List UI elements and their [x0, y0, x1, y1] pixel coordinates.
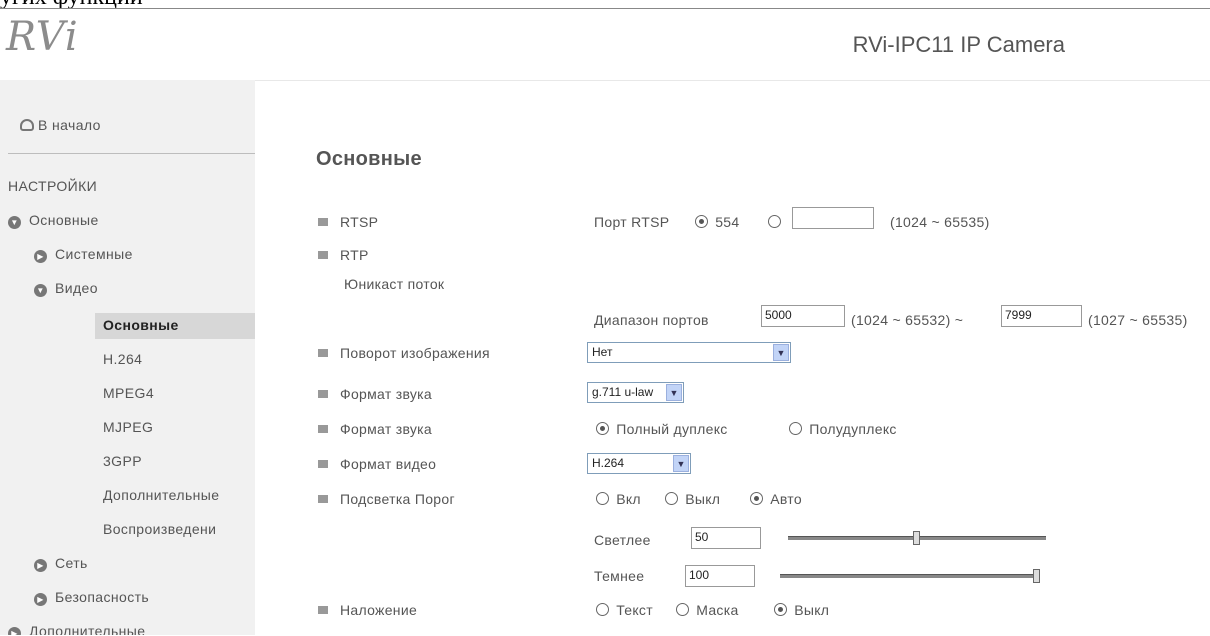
expanded-arrow-icon: ▼	[34, 284, 47, 297]
audio-format-select[interactable]: g.711 u-law ▼	[587, 382, 684, 403]
radio-icon[interactable]	[789, 422, 802, 435]
rtsp-row-label: RTSP	[318, 214, 378, 230]
sidebar-item-system[interactable]: ▶ Системные	[34, 246, 133, 263]
radio-icon[interactable]	[676, 603, 689, 616]
expanded-arrow-icon: ▼	[8, 216, 21, 229]
rtp-row-label: RTP	[318, 247, 369, 263]
sidebar-item-playback[interactable]: Воспроизведени	[103, 521, 216, 537]
radio-selected-icon[interactable]	[750, 492, 763, 505]
rtsp-port-range: (1024 ~ 65535)	[890, 214, 990, 230]
bullet-icon	[318, 390, 328, 398]
brighter-label: Светлее	[594, 532, 651, 548]
bullet-icon	[318, 495, 328, 503]
port-range-label: Диапазон портов	[594, 312, 709, 328]
cut-off-caption: угих функций	[0, 0, 240, 8]
overlay-row-label: Наложение	[318, 602, 417, 618]
collapsed-arrow-icon: ▶	[34, 593, 47, 606]
darker-input[interactable]: 100	[685, 565, 755, 587]
rotate-select[interactable]: Нет ▼	[587, 342, 791, 363]
sidebar-item-mjpeg[interactable]: MJPEG	[103, 419, 153, 435]
home-icon	[20, 119, 34, 131]
sidebar-item-network[interactable]: ▶ Сеть	[34, 555, 88, 572]
darker-slider-thumb[interactable]	[1033, 569, 1040, 583]
audio-format-row-label: Формат звука	[318, 386, 432, 402]
video-format-row-label: Формат видео	[318, 456, 436, 472]
rtsp-custom-option[interactable]	[766, 214, 784, 230]
overlay-mask-option[interactable]: Маска	[674, 602, 739, 618]
radio-icon[interactable]	[596, 492, 609, 505]
rtsp-custom-port-input[interactable]	[792, 207, 874, 229]
backlight-row-label: Подсветка Порог	[318, 491, 455, 507]
bullet-icon	[318, 460, 328, 468]
half-duplex-option[interactable]: Полудуплекс	[787, 421, 897, 437]
port-to-input[interactable]: 7999	[1001, 305, 1082, 327]
page-title: RVi-IPC11 IP Camera	[852, 32, 1065, 57]
radio-selected-icon[interactable]	[596, 422, 609, 435]
backlight-on-option[interactable]: Вкл	[594, 491, 641, 507]
sidebar-item-advanced[interactable]: ▶ Дополнительные	[8, 623, 145, 635]
port-from-range: (1024 ~ 65532) ~	[851, 312, 964, 328]
sidebar-item-security[interactable]: ▶ Безопасность	[34, 589, 149, 606]
sidebar-item-video-basic[interactable]: Основные	[103, 317, 179, 333]
brighter-slider-thumb[interactable]	[913, 531, 920, 545]
sidebar-item-video-advanced[interactable]: Дополнительные	[103, 487, 219, 503]
brighter-input[interactable]: 50	[691, 527, 761, 549]
collapsed-arrow-icon: ▶	[34, 250, 47, 263]
overlay-off-option[interactable]: Выкл	[772, 602, 829, 618]
radio-selected-icon[interactable]	[695, 215, 708, 228]
backlight-auto-option[interactable]: Авто	[748, 491, 802, 507]
content-heading: Основные	[316, 148, 422, 170]
port-to-range: (1027 ~ 65535)	[1088, 312, 1188, 328]
bullet-icon	[318, 349, 328, 357]
audio-mode-row-label: Формат звука	[318, 421, 432, 437]
collapsed-arrow-icon: ▶	[34, 559, 47, 572]
rvi-logo: RVi	[6, 14, 79, 60]
sidebar-divider	[8, 153, 255, 154]
sidebar-item-mpeg4[interactable]: MPEG4	[103, 385, 154, 401]
sidebar-item-3gpp[interactable]: 3GPP	[103, 453, 142, 469]
bullet-icon	[318, 606, 328, 614]
sidebar-home-link[interactable]: В начало	[20, 117, 101, 133]
backlight-off-option[interactable]: Выкл	[663, 491, 720, 507]
darker-slider-track[interactable]	[780, 574, 1040, 578]
sidebar-item-video[interactable]: ▼ Видео	[34, 280, 98, 297]
radio-icon[interactable]	[768, 215, 781, 228]
full-duplex-option[interactable]: Полный дуплекс	[594, 421, 728, 437]
unicast-label: Юникаст поток	[344, 276, 445, 292]
darker-label: Темнее	[594, 568, 645, 584]
sidebar-item-h264[interactable]: H.264	[103, 351, 142, 367]
bullet-icon	[318, 251, 328, 259]
sidebar-item-basic[interactable]: ▼ Основные	[8, 212, 99, 229]
collapsed-arrow-icon: ▶	[8, 627, 21, 635]
chevron-down-icon[interactable]: ▼	[673, 455, 689, 472]
sidebar-section-title: НАСТРОЙКИ	[8, 178, 98, 194]
chevron-down-icon[interactable]: ▼	[666, 384, 682, 401]
video-format-select[interactable]: H.264 ▼	[587, 453, 691, 474]
chevron-down-icon[interactable]: ▼	[773, 344, 789, 361]
bullet-icon	[318, 425, 328, 433]
rtsp-default-option[interactable]: 554	[693, 214, 739, 230]
port-from-input[interactable]: 5000	[761, 305, 845, 327]
radio-icon[interactable]	[596, 603, 609, 616]
bullet-icon	[318, 218, 328, 226]
radio-selected-icon[interactable]	[774, 603, 787, 616]
rtsp-port-label: Порт RTSP	[594, 214, 670, 230]
overlay-text-option[interactable]: Текст	[594, 602, 653, 618]
sidebar: В начало НАСТРОЙКИ ▼ Основные ▶ Системные …	[0, 80, 255, 635]
rotate-row-label: Поворот изображения	[318, 345, 490, 361]
radio-icon[interactable]	[665, 492, 678, 505]
